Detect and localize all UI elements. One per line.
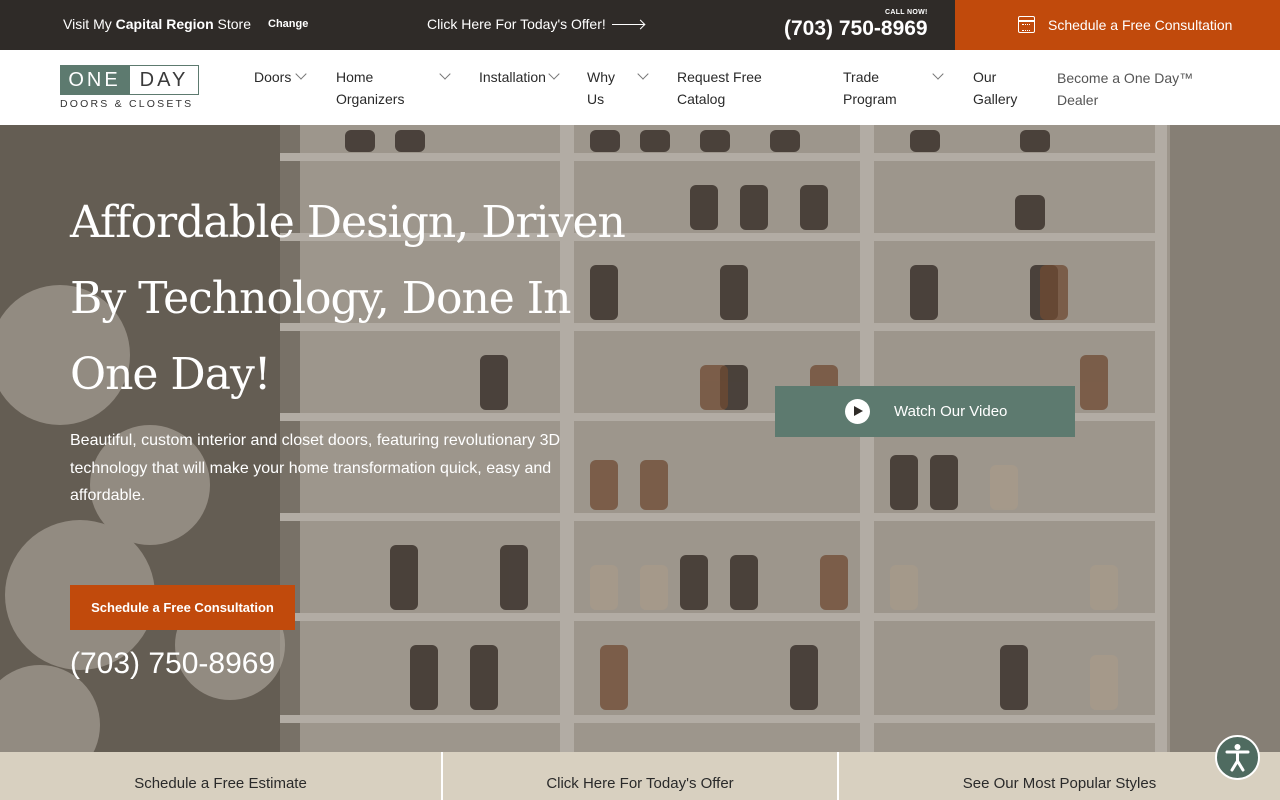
- free-estimate-link[interactable]: Schedule a Free Estimate: [0, 752, 441, 800]
- top-bar: Visit My Capital Region Store Change Cli…: [0, 0, 1280, 50]
- nav-label: Trade Program: [843, 69, 897, 107]
- nav-item-our-gallery[interactable]: Our Gallery: [973, 66, 1028, 110]
- logo-word-day: DAY: [129, 65, 199, 95]
- phone-link-top[interactable]: (703) 750-8969: [784, 17, 928, 41]
- logo-subtitle: DOORS & CLOSETS: [60, 98, 194, 110]
- hero-title: Affordable Design, Driven By Technology,…: [70, 197, 626, 400]
- popular-styles-link[interactable]: See Our Most Popular Styles: [839, 752, 1280, 800]
- nav-item-doors[interactable]: Doors: [254, 66, 291, 88]
- chevron-down-icon[interactable]: [295, 68, 307, 80]
- nav-item-trade-program[interactable]: Trade Program: [843, 66, 913, 110]
- watch-video-label: Watch Our Video: [894, 403, 1008, 420]
- calendar-icon: [1018, 16, 1035, 33]
- accessibility-icon[interactable]: [1215, 735, 1260, 780]
- watch-video-button[interactable]: Watch Our Video: [775, 386, 1075, 437]
- schedule-button-label: Schedule a Free Consultation: [1048, 17, 1233, 33]
- nav-label: Request Free Catalog: [677, 69, 762, 107]
- store-name: Capital Region: [115, 16, 214, 32]
- hero-subtitle: Beautiful, custom interior and closet do…: [70, 432, 561, 504]
- store-selector-label[interactable]: Visit My Capital Region Store: [63, 16, 251, 32]
- todays-offer-link[interactable]: Click Here For Today's Offer!: [427, 16, 644, 32]
- change-store-link[interactable]: Change: [268, 18, 308, 30]
- chevron-down-icon[interactable]: [932, 68, 944, 80]
- accessibility-figure-icon: [1225, 744, 1250, 772]
- offer-link-label: Click Here For Today's Offer!: [427, 16, 606, 32]
- store-prefix: Visit My: [63, 16, 116, 32]
- chevron-down-icon[interactable]: [548, 68, 560, 80]
- nav-label: Home Organizers: [336, 69, 405, 107]
- chevron-down-icon[interactable]: [637, 68, 649, 80]
- hero-section: Affordable Design, Driven By Technology,…: [0, 125, 1280, 752]
- logo-word-one: ONE: [60, 65, 129, 95]
- call-now-label: CALL NOW!: [885, 9, 928, 16]
- chevron-down-icon[interactable]: [439, 68, 451, 80]
- nav-item-installation[interactable]: Installation: [479, 66, 546, 88]
- nav-label: Why Us: [587, 69, 615, 107]
- bottom-cta-bar: Schedule a Free Estimate Click Here For …: [0, 752, 1280, 800]
- logo[interactable]: ONE DAY DOORS & CLOSETS: [60, 65, 199, 110]
- schedule-consultation-button-hero[interactable]: Schedule a Free Consultation: [70, 585, 295, 630]
- nav-label: Our Gallery: [973, 69, 1018, 107]
- nav-item-why-us[interactable]: Why Us: [587, 66, 627, 110]
- nav-item-home-organizers[interactable]: Home Organizers: [336, 66, 426, 110]
- phone-link-hero[interactable]: (703) 750-8969: [70, 647, 275, 681]
- nav-label: Installation: [479, 69, 546, 85]
- main-nav: ONE DAY DOORS & CLOSETS Doors Home Organ…: [0, 50, 1280, 125]
- play-icon: [845, 399, 870, 424]
- arrow-right-icon: [611, 23, 644, 25]
- todays-offer-bottom-link[interactable]: Click Here For Today's Offer: [443, 752, 837, 800]
- store-suffix: Store: [213, 16, 252, 32]
- nav-item-become-dealer[interactable]: Become a One Day™ Dealer: [1057, 67, 1207, 111]
- nav-label: Doors: [254, 69, 292, 85]
- schedule-consultation-button-top[interactable]: Schedule a Free Consultation: [955, 0, 1280, 50]
- nav-label: Become a One Day™ Dealer: [1057, 70, 1194, 108]
- nav-item-request-catalog[interactable]: Request Free Catalog: [677, 66, 787, 110]
